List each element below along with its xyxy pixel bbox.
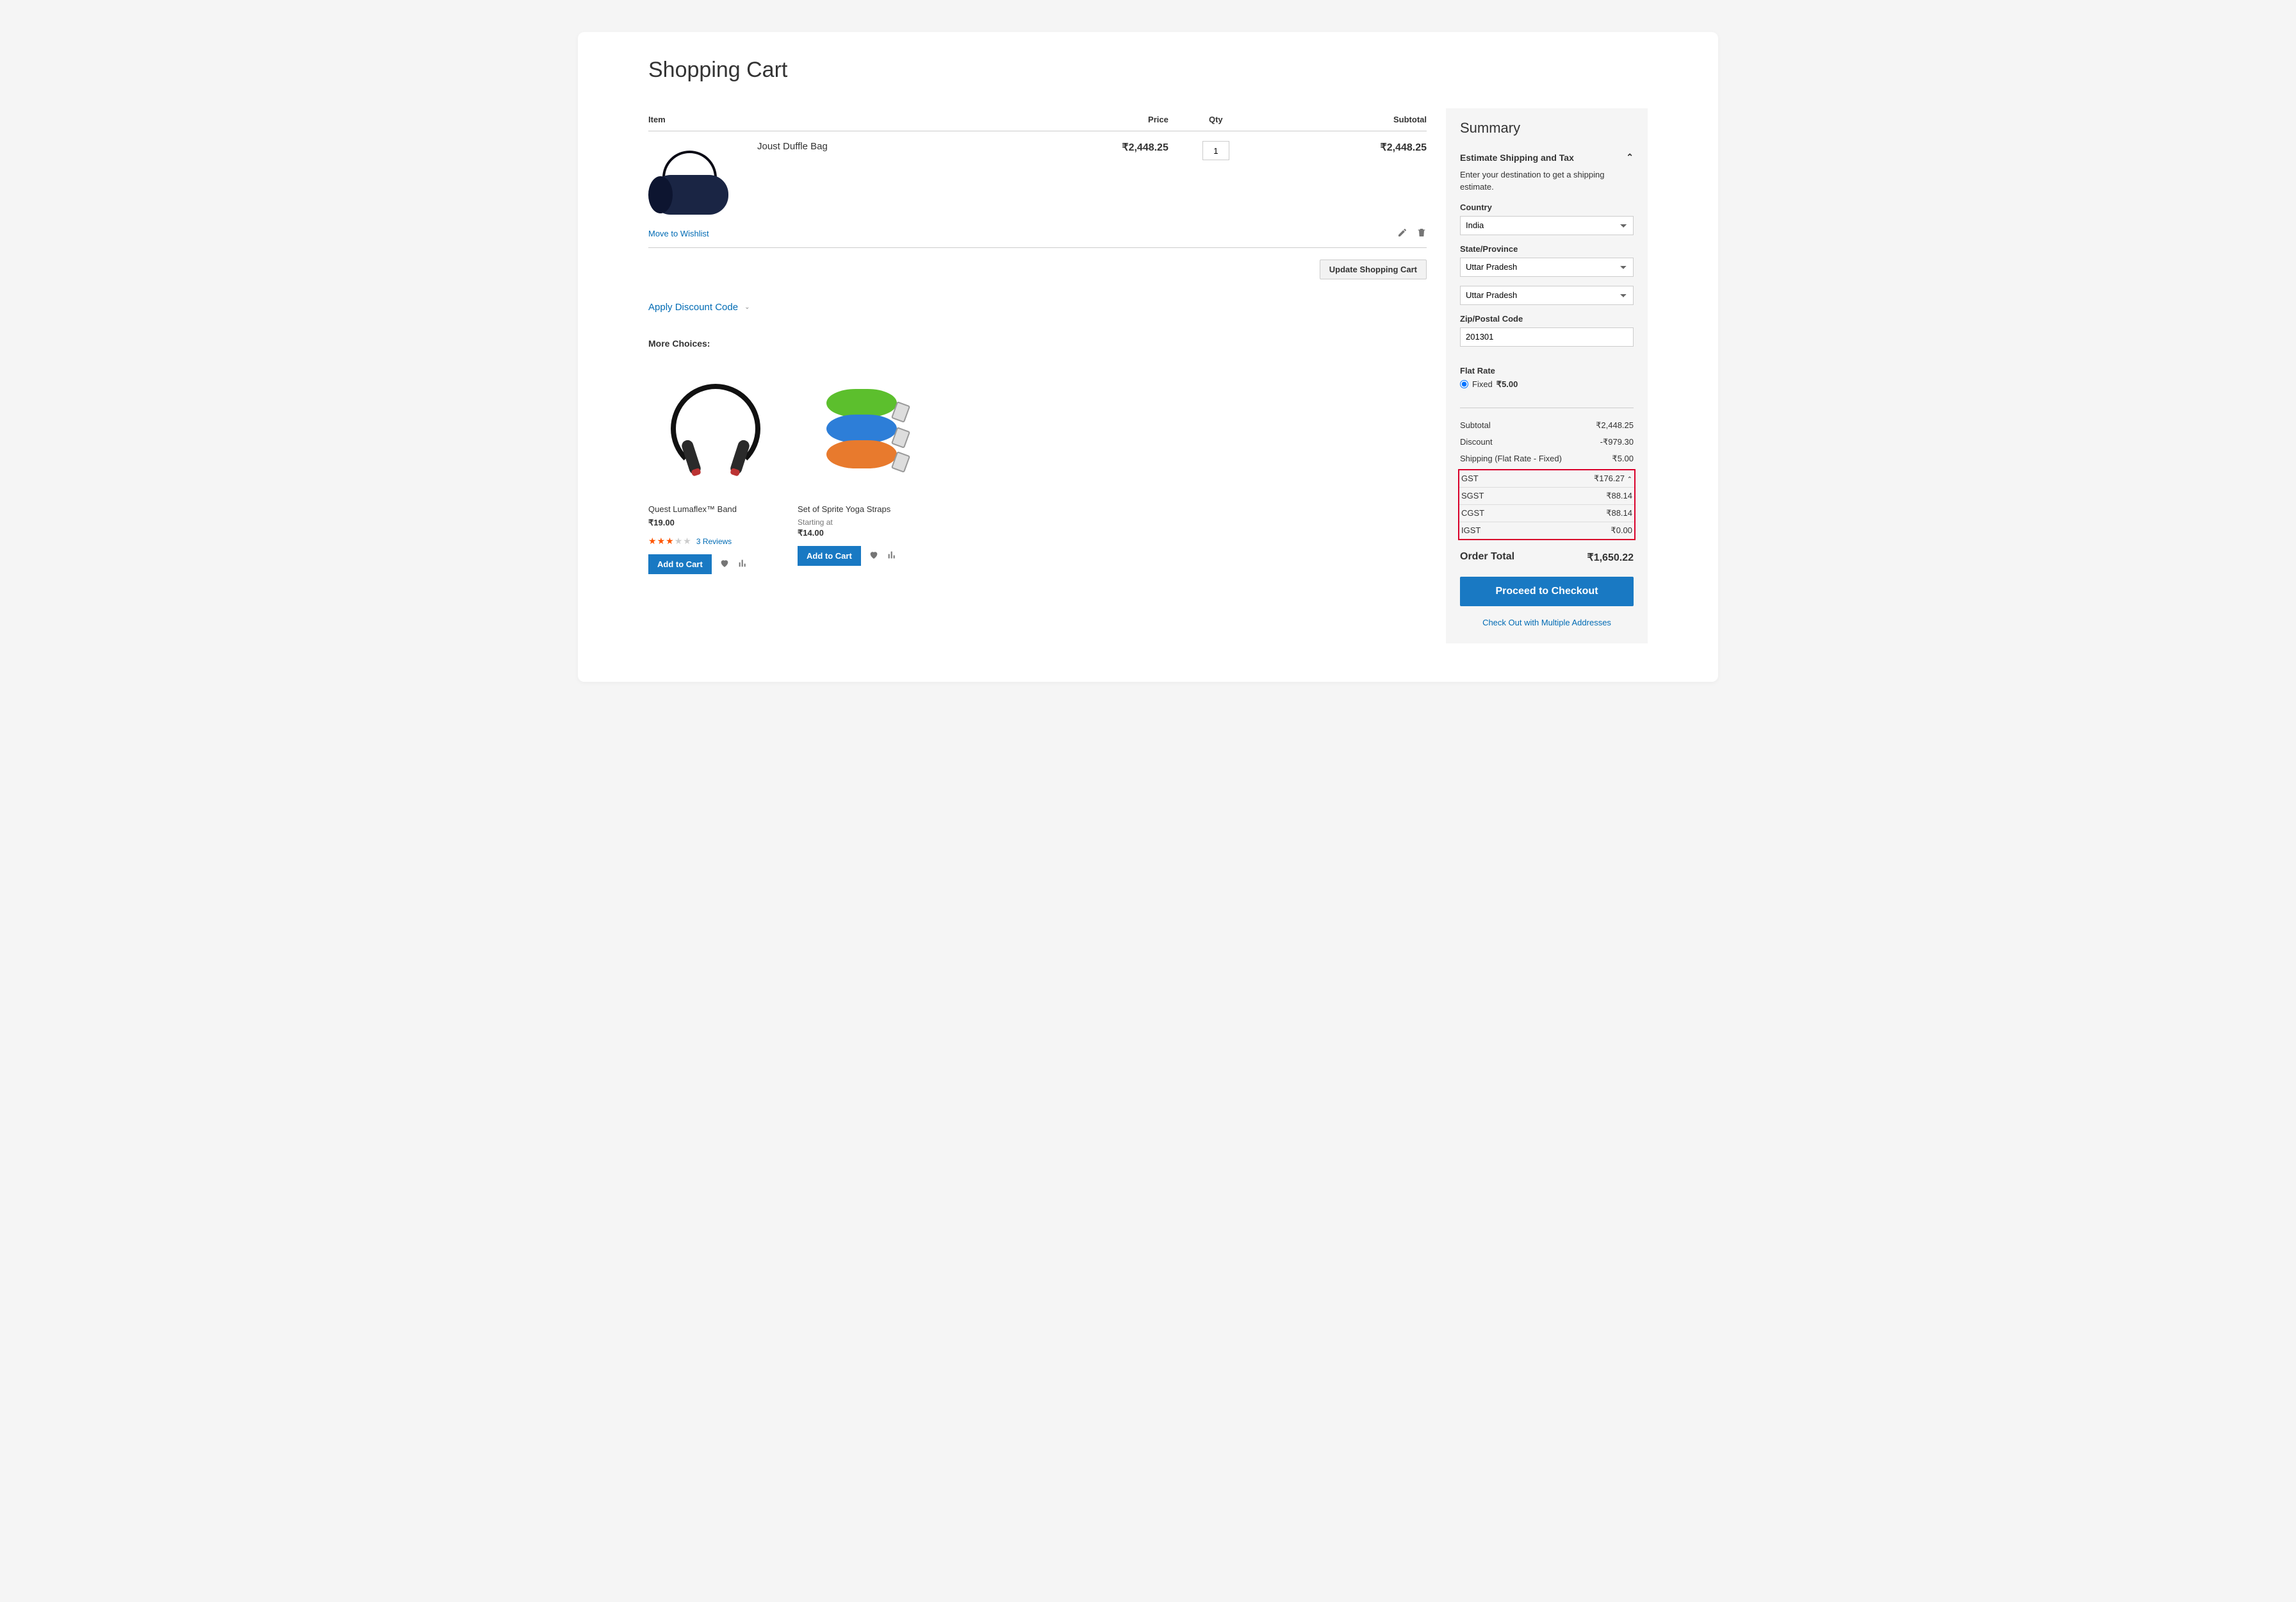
product-image[interactable] — [648, 147, 735, 218]
summary-sidebar: Summary Estimate Shipping and Tax ⌃ Ente… — [1446, 108, 1648, 643]
more-choices-title: More Choices: — [648, 338, 1427, 349]
update-cart-button[interactable]: Update Shopping Cart — [1320, 260, 1427, 279]
product-price: ₹19.00 — [648, 518, 786, 528]
zip-label: Zip/Postal Code — [1460, 314, 1634, 324]
apply-discount-toggle[interactable]: Apply Discount Code ⌄ — [648, 302, 750, 313]
flat-rate-radio[interactable] — [1460, 380, 1468, 388]
estimate-title: Estimate Shipping and Tax — [1460, 153, 1574, 163]
estimate-description: Enter your destination to get a shipping… — [1460, 169, 1634, 194]
order-total-label: Order Total — [1460, 551, 1514, 564]
state-label: State/Province — [1460, 244, 1634, 254]
compare-icon[interactable] — [737, 558, 748, 570]
move-to-wishlist-link[interactable]: Move to Wishlist — [648, 229, 709, 238]
reviews-link[interactable]: 3 Reviews — [696, 537, 732, 546]
add-to-cart-button[interactable]: Add to Cart — [648, 554, 712, 574]
product-card: Set of Sprite Yoga Straps Starting at ₹1… — [798, 365, 935, 574]
edit-icon[interactable] — [1397, 227, 1407, 240]
product-image[interactable] — [798, 365, 932, 499]
add-to-cart-button[interactable]: Add to Cart — [798, 546, 861, 566]
sgst-label: SGST — [1461, 491, 1484, 501]
zip-input[interactable] — [1460, 327, 1634, 347]
state-select[interactable]: Uttar Pradesh — [1460, 258, 1634, 277]
chevron-up-icon: ⌃ — [1626, 152, 1634, 163]
product-name[interactable]: Quest Lumaflex™ Band — [648, 504, 786, 514]
cart-item-row: Joust Duffle Bag ₹2,448.25 ₹2,448.25 — [648, 131, 1427, 228]
country-label: Country — [1460, 202, 1634, 212]
trash-icon[interactable] — [1416, 227, 1427, 240]
compare-icon[interactable] — [887, 550, 897, 562]
col-item: Item — [648, 108, 1005, 131]
country-select[interactable]: India — [1460, 216, 1634, 235]
product-name[interactable]: Set of Sprite Yoga Straps — [798, 504, 935, 514]
igst-value: ₹0.00 — [1611, 525, 1632, 536]
cgst-value: ₹88.14 — [1606, 508, 1632, 518]
page-title: Shopping Cart — [648, 58, 1648, 83]
gst-label: GST — [1461, 474, 1479, 484]
qty-input[interactable] — [1202, 141, 1229, 160]
state-select-2[interactable]: Uttar Pradesh — [1460, 286, 1634, 305]
sgst-value: ₹88.14 — [1606, 491, 1632, 501]
item-name[interactable]: Joust Duffle Bag — [757, 141, 1005, 152]
fixed-price: ₹5.00 — [1496, 379, 1518, 390]
product-rating: ★★★★★ 3 Reviews — [648, 536, 786, 547]
chevron-down-icon: ⌄ — [744, 304, 750, 311]
estimate-shipping-toggle[interactable]: Estimate Shipping and Tax ⌃ — [1460, 148, 1634, 169]
subtotal-value: ₹2,448.25 — [1596, 420, 1634, 431]
discount-value: -₹979.30 — [1600, 437, 1634, 447]
chevron-up-icon[interactable]: ⌃ — [1627, 476, 1632, 483]
product-price: ₹14.00 — [798, 528, 935, 538]
col-qty: Qty — [1168, 108, 1263, 131]
col-price: Price — [1005, 108, 1168, 131]
subtotal-label: Subtotal — [1460, 420, 1491, 431]
cgst-label: CGST — [1461, 508, 1484, 518]
product-image[interactable] — [648, 365, 783, 499]
discount-label: Apply Discount Code — [648, 302, 738, 313]
shipping-label: Shipping (Flat Rate - Fixed) — [1460, 454, 1562, 464]
heart-icon[interactable] — [869, 550, 879, 562]
gst-highlight-box: GST ₹176.27 ⌃ SGST ₹88.14 CGST ₹88.14 IGST ₹… — [1458, 469, 1636, 540]
multiple-addresses-link[interactable]: Check Out with Multiple Addresses — [1460, 618, 1634, 627]
fixed-label: Fixed — [1472, 379, 1493, 389]
item-price: ₹2,448.25 — [1005, 131, 1168, 228]
summary-title: Summary — [1460, 120, 1634, 136]
shipping-value: ₹5.00 — [1612, 454, 1634, 464]
cart-table: Item Price Qty Subtotal — [648, 108, 1427, 248]
starting-at-label: Starting at — [798, 518, 935, 527]
gst-value: ₹176.27 — [1594, 474, 1625, 483]
order-total-value: ₹1,650.22 — [1587, 551, 1634, 564]
product-card: Quest Lumaflex™ Band ₹19.00 ★★★★★ 3 Revi… — [648, 365, 786, 574]
item-subtotal: ₹2,448.25 — [1263, 131, 1427, 228]
col-subtotal: Subtotal — [1263, 108, 1427, 131]
discount-label: Discount — [1460, 437, 1493, 447]
proceed-to-checkout-button[interactable]: Proceed to Checkout — [1460, 577, 1634, 606]
igst-label: IGST — [1461, 525, 1480, 536]
heart-icon[interactable] — [719, 558, 730, 570]
flat-rate-label: Flat Rate — [1460, 366, 1634, 376]
